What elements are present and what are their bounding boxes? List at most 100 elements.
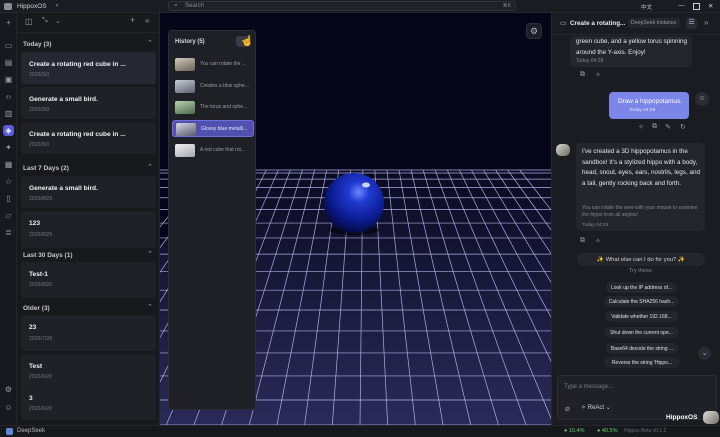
suggestion-chip[interactable]: Calculate the SHA256 hash... <box>604 296 679 307</box>
minimize-button[interactable]: — <box>678 2 685 9</box>
history-item[interactable]: Creates a blue sphe... <box>172 78 254 95</box>
chevron-down-icon[interactable]: ⌄ <box>55 17 61 25</box>
history-item[interactable]: The torus and sphe... <box>172 99 254 116</box>
conversation-item[interactable]: 3 2026/6/20 <box>21 386 156 420</box>
suggestion-chip[interactable]: Validate whether 192.168... <box>605 311 678 322</box>
book-icon[interactable]: ▥ <box>3 108 14 119</box>
layers-icon[interactable]: ◫ <box>25 17 33 26</box>
copy-icon[interactable]: ⧉ <box>580 237 585 245</box>
conversation-date: 2026/6/20 <box>29 406 53 412</box>
assistant-message-text: I've created a 3D hippopotamus in the sa… <box>582 148 700 187</box>
copy-icon[interactable]: ⧉ <box>580 71 585 79</box>
folder-icon[interactable]: ▱ <box>3 210 14 221</box>
model-badge[interactable]: DeepSeek Instance <box>628 18 680 28</box>
conversation-title: Generate a small bird. <box>29 185 98 192</box>
language-toggle[interactable]: 中文 <box>641 3 652 11</box>
suggestion-chip[interactable]: Shut down the current ope... <box>604 327 679 338</box>
conversation-item[interactable]: Test-1 2026/8/20 <box>21 262 156 298</box>
conversation-date: 2026/8/29 <box>29 232 53 238</box>
history-title: History (5) <box>175 39 205 45</box>
attach-icon[interactable]: ⌀ <box>565 404 570 413</box>
history-item-text: Glossy blue metalli... <box>201 126 248 132</box>
conversation-item[interactable]: Generate a small bird. 2026/8/29 <box>21 176 156 208</box>
pencil-icon[interactable]: ✎ <box>665 123 671 131</box>
group-30days-label: Last 30 Days (1) <box>23 252 73 259</box>
memory-indicator: ● 40.5% <box>597 428 618 434</box>
history-item[interactable]: A red cube that rot... <box>172 142 254 159</box>
chat-title: Create a rotating... <box>570 20 626 27</box>
conversation-title: Test <box>29 363 43 370</box>
user-avatar: ☺ <box>695 92 709 106</box>
blue-sphere[interactable] <box>324 173 384 233</box>
history-panel: History (5) ⌄ You can rotate the ... Cre… <box>168 30 256 410</box>
try-these-label: Try these: <box>629 268 654 274</box>
assistant-note: You can rotate the view with your mouse … <box>582 205 698 218</box>
sphere-highlight <box>362 182 370 188</box>
group-today-label: Today (3) <box>23 41 52 48</box>
conversation-item[interactable]: Create a rotating red cube in ... 2026/9/… <box>21 52 156 84</box>
conversation-date: 2026/9/3 <box>29 72 50 78</box>
message-time: Today 04:29 <box>582 223 609 228</box>
settings-icon[interactable]: ⚙ <box>3 384 14 395</box>
chevron-up-icon[interactable]: ⌃ <box>147 250 153 258</box>
list-icon[interactable]: ≣ <box>3 227 14 238</box>
conversation-date: 2026/9/3 <box>29 142 50 148</box>
conversation-date: 2026/7/28 <box>29 336 53 342</box>
history-thumbnail <box>176 123 196 136</box>
add-conversation-button[interactable]: + <box>130 15 135 25</box>
chat-icon[interactable]: ▭ <box>3 40 14 51</box>
assistant-avatar <box>556 144 570 156</box>
collapse-sidebar-icon[interactable]: « <box>145 16 149 25</box>
suggestion-chip[interactable]: Base64 decode the string ... <box>606 343 678 354</box>
chevron-up-icon[interactable]: ⌃ <box>147 303 153 311</box>
expand-icon[interactable]: ⤡ <box>42 17 48 25</box>
sparkle-icon[interactable]: ✧ <box>595 237 601 245</box>
close-button[interactable]: ✕ <box>708 2 713 10</box>
conversation-date: 2026/8/20 <box>29 282 53 288</box>
memory-value: 40.5% <box>601 428 618 434</box>
chevron-up-icon[interactable]: ⌃ <box>147 163 153 171</box>
history-item[interactable]: You can rotate the ... <box>172 56 254 73</box>
star-icon[interactable]: ☆ <box>3 176 14 187</box>
prompt-banner[interactable]: ✨ What else can I do for you? ✨ <box>577 253 705 266</box>
cube-icon[interactable]: ◈ <box>3 125 14 136</box>
maximize-button[interactable] <box>693 3 700 10</box>
suggestion-chip[interactable]: Reverse the string 'Hippo... <box>604 357 680 368</box>
history-item[interactable]: Glossy blue metalli... <box>172 120 254 137</box>
refresh-icon[interactable]: ↻ <box>680 123 686 131</box>
new-chat-icon[interactable]: + <box>3 17 14 28</box>
code-icon[interactable]: ‹› <box>3 91 14 102</box>
cpu-value: 10.4% <box>568 428 585 434</box>
copy-icon[interactable]: ⧉ <box>652 123 657 131</box>
viewport-settings-button[interactable]: ⚙ <box>526 23 542 39</box>
conversation-title: 123 <box>29 220 41 227</box>
mouse-cursor-icon: ☝ <box>241 36 254 47</box>
conversation-title: Create a rotating red cube in ... <box>29 131 126 138</box>
package-icon[interactable]: ▦ <box>3 159 14 170</box>
search-bar[interactable]: ⌕ Search ⌘K <box>168 1 516 11</box>
conversation-item[interactable]: Test 2026/6/20 <box>21 354 156 388</box>
mode-selector[interactable]: ✧ ReAct ⌄ <box>581 404 611 411</box>
conversation-item[interactable]: Create a rotating red cube in ... 2026/9/… <box>21 122 156 154</box>
app-logo-icon <box>4 3 12 10</box>
icon-rail: + ▭ ▤ ▣ ‹› ▥ ◈ ✦ ▦ ☆ ▯ ▱ ≣ ⚙ ☺ <box>0 13 17 425</box>
conversation-date: 2026/6/20 <box>29 374 53 380</box>
scroll-down-button[interactable]: ⌄ <box>698 347 711 360</box>
edit-icon[interactable]: ✧ <box>638 123 644 131</box>
sparkle-icon[interactable]: ✧ <box>595 71 601 79</box>
film-icon[interactable]: ▤ <box>3 57 14 68</box>
conversation-item[interactable]: 23 2026/7/28 <box>21 315 156 351</box>
message-input-placeholder: Type a message... <box>564 384 614 390</box>
chat-settings-icon[interactable]: ☰ <box>686 18 697 29</box>
suggestion-chip[interactable]: Look up the IP address of... <box>606 282 677 293</box>
chevron-up-icon[interactable]: ⌃ <box>147 39 153 47</box>
user-icon[interactable]: ☺ <box>3 402 14 413</box>
back-icon[interactable]: ‹ <box>56 2 58 9</box>
document-icon[interactable]: ▯ <box>3 193 14 204</box>
puzzle-icon[interactable]: ✦ <box>3 142 14 153</box>
conversation-item[interactable]: 123 2026/8/29 <box>21 211 156 248</box>
image-icon[interactable]: ▣ <box>3 74 14 85</box>
conversation-item[interactable]: Generate a small bird. 2026/9/3 <box>21 87 156 119</box>
status-bar: DeepSeek ● 10.4% ● 40.5% Hippox Beta v0.… <box>0 425 720 437</box>
expand-chat-icon[interactable]: » <box>704 18 708 27</box>
